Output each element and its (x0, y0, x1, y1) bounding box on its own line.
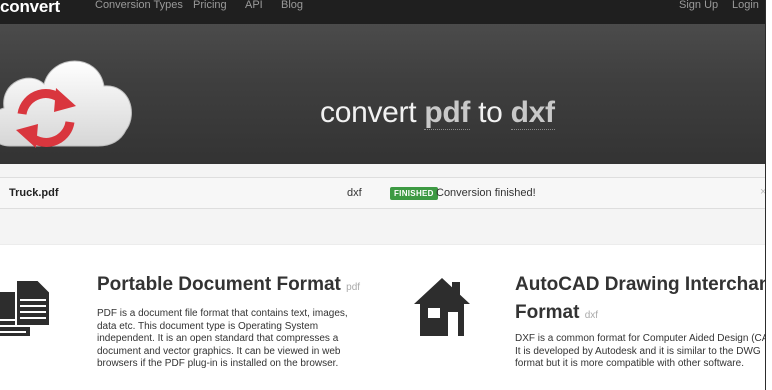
dxf-description-line: DXF is a common format for Computer Aide… (515, 333, 772, 344)
dxf-description: DXF is a common format for Computer Aide… (515, 333, 772, 371)
source-format[interactable]: pdf (424, 96, 470, 130)
dxf-title-row2: Format dxf (515, 301, 772, 328)
divider (0, 244, 765, 245)
file-name: Truck.pdf (9, 187, 59, 199)
dxf-section-title: AutoCAD Drawing Interchange Format dxf (515, 273, 772, 328)
file-row: Truck.pdf dxf FINISHED Conversion finish… (0, 177, 766, 209)
documents-icon (0, 279, 51, 336)
pdf-extension: pdf (346, 282, 361, 293)
login-link[interactable]: Login (732, 0, 759, 11)
page: convert Conversion Types Pricing API Blo… (0, 0, 772, 390)
house-icon (414, 278, 470, 336)
pdf-description-line: data etc. This document type is Operatin… (97, 320, 319, 332)
dxf-title-line2: Format (515, 302, 580, 323)
hero-banner: convert pdf to dxf (0, 24, 772, 164)
status-badge: FINISHED (390, 187, 438, 200)
pdf-description: PDF is a document file format that conta… (97, 308, 367, 371)
cloud-sync-icon (0, 60, 132, 148)
dxf-description-line: format but it is more compatible with ot… (515, 358, 744, 369)
pdf-title: Portable Document Format (97, 274, 341, 295)
pdf-description-line: document and vector graphics. It can be … (97, 345, 341, 357)
status-text: Conversion finished! (436, 187, 536, 199)
target-format[interactable]: dxf (510, 96, 555, 130)
dxf-description-line: It is developed by Autodesk and it is si… (515, 345, 761, 357)
dxf-title-line1: AutoCAD Drawing Interchange (515, 274, 772, 295)
logo[interactable]: convert (0, 0, 60, 15)
pdf-section-title: Portable Document Format pdf (97, 273, 360, 300)
nav-link-pricing[interactable]: Pricing (193, 0, 227, 11)
hero-middle: to (478, 96, 503, 129)
nav-link-blog[interactable]: Blog (281, 0, 303, 11)
nav-link-api[interactable]: API (245, 0, 263, 11)
nav-link-conversion-types[interactable]: Conversion Types (95, 0, 183, 11)
pdf-description-line: browsers if the PDF plug-in is installed… (97, 358, 339, 369)
top-nav: convert Conversion Types Pricing API Blo… (0, 0, 772, 24)
pdf-description-line: independent. It is an open standard that… (97, 333, 339, 344)
hero-title: convert pdf to dxf (320, 96, 555, 130)
hero-prefix: convert (320, 96, 417, 129)
pdf-description-line: PDF is a document file format that conta… (97, 308, 348, 319)
dxf-extension: dxf (584, 310, 599, 321)
file-output-format[interactable]: dxf (347, 187, 362, 199)
signup-link[interactable]: Sign Up (679, 0, 718, 11)
scrollbar[interactable] (765, 0, 772, 390)
